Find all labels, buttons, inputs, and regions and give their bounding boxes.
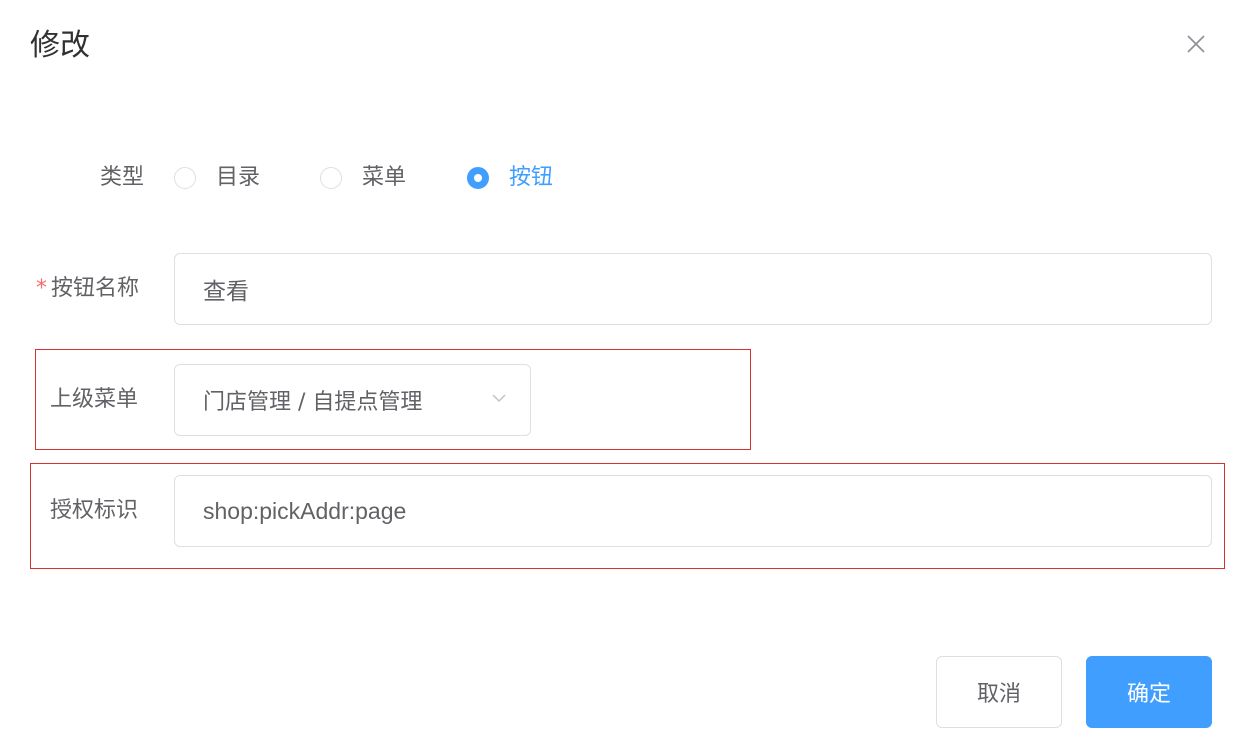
radio-directory-label: 目录 (216, 165, 261, 190)
permission-label: 授权标识 (50, 498, 139, 523)
type-label: 类型 (100, 165, 145, 190)
permission-field[interactable] (174, 475, 1212, 547)
button-name-label: * 按钮名称 (36, 274, 139, 304)
parent-menu-label: 上级菜单 (50, 387, 139, 412)
button-name-field[interactable] (174, 253, 1212, 325)
radio-directory-circle[interactable] (174, 167, 196, 189)
radio-button[interactable]: 按钮 (467, 163, 553, 193)
edit-dialog: 修改 类型 目录 菜单 按钮 *按钮名称 上级菜单 门店管理 / 自提点管理 授… (0, 0, 1238, 742)
close-icon[interactable] (1180, 28, 1212, 60)
radio-menu-circle[interactable] (320, 167, 342, 189)
radio-menu[interactable]: 菜单 (320, 163, 406, 193)
parent-menu-select[interactable]: 门店管理 / 自提点管理 (174, 364, 531, 436)
permission-input[interactable] (203, 497, 1211, 525)
radio-menu-label: 菜单 (362, 165, 407, 190)
radio-button-label: 按钮 (509, 165, 554, 190)
required-star: * (36, 276, 47, 301)
dialog-title: 修改 (30, 28, 90, 63)
radio-directory[interactable]: 目录 (174, 163, 260, 193)
button-name-label-text: 按钮名称 (51, 276, 140, 301)
cancel-button[interactable]: 取消 (936, 656, 1062, 728)
parent-menu-value: 门店管理 / 自提点管理 (203, 390, 423, 415)
chevron-down-icon (490, 387, 508, 413)
button-name-input[interactable] (203, 276, 1211, 302)
confirm-button[interactable]: 确定 (1086, 656, 1212, 728)
radio-button-circle[interactable] (467, 167, 489, 189)
